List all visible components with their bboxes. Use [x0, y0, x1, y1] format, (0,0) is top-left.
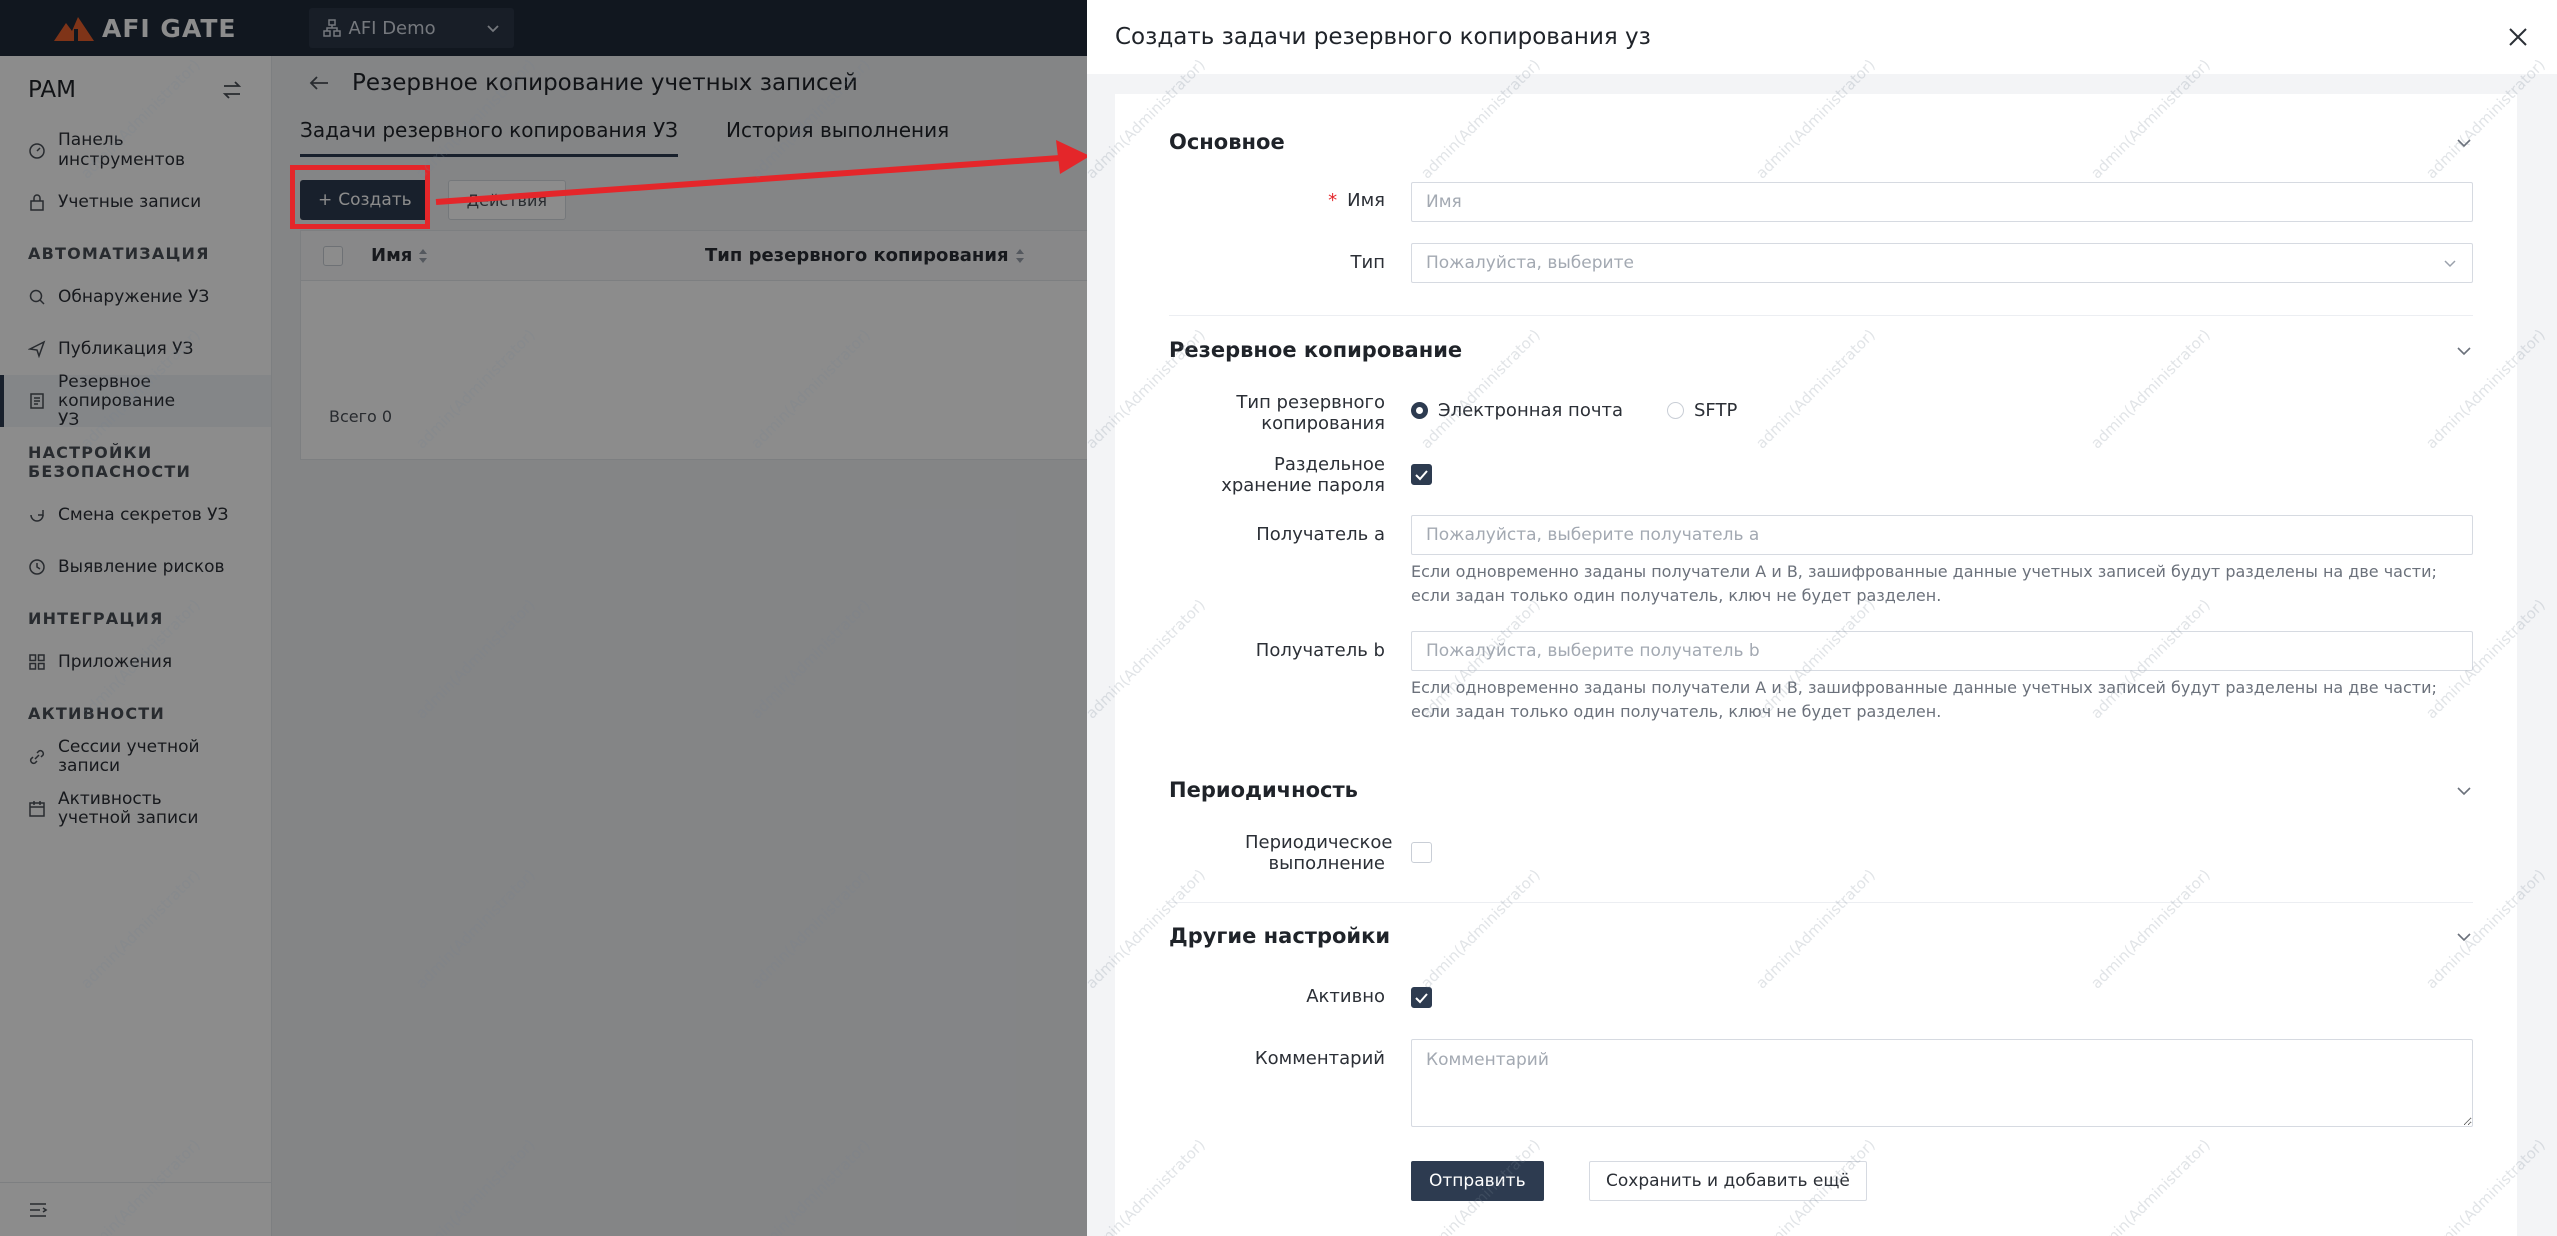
radio-dot — [1667, 402, 1684, 419]
name-label-text: Имя — [1347, 190, 1385, 211]
modal-overlay[interactable] — [0, 0, 1087, 1236]
form-card: Основное * Имя Тип Пожалуйста, выберите Р… — [1115, 94, 2517, 1236]
type-select-placeholder: Пожалуйста, выберите — [1426, 253, 1634, 273]
chevron-down-icon[interactable] — [2455, 342, 2473, 360]
chevron-down-icon — [2444, 260, 2456, 268]
type-select[interactable]: Пожалуйста, выберите — [1411, 243, 2473, 283]
submit-button[interactable]: Отправить — [1411, 1161, 1544, 1201]
recipient-b-select[interactable] — [1411, 631, 2473, 671]
section-other-title: Другие настройки — [1169, 924, 1391, 948]
type-label: Тип — [1350, 252, 1385, 273]
chevron-down-icon[interactable] — [2455, 928, 2473, 946]
recipient-b-help: Если одновременно заданы получатели А и … — [1411, 678, 2437, 721]
chevron-down-icon[interactable] — [2455, 782, 2473, 800]
save-and-add-more-button[interactable]: Сохранить и добавить ещё — [1589, 1161, 1867, 1201]
close-icon[interactable] — [2507, 26, 2529, 48]
section-backup-title: Резервное копирование — [1169, 338, 1463, 362]
name-input[interactable] — [1411, 182, 2473, 222]
radio-dot-selected — [1411, 402, 1428, 419]
annotation-highlight-box — [290, 165, 430, 229]
radio-email-label: Электронная почта — [1438, 400, 1623, 421]
backup-type-label: Тип резервного копирования — [1236, 392, 1385, 434]
active-label: Активно — [1306, 986, 1385, 1007]
recipient-a-select[interactable] — [1411, 515, 2473, 555]
section-periodic-title: Периодичность — [1169, 778, 1358, 802]
periodic-checkbox[interactable] — [1411, 842, 1432, 863]
radio-sftp-label: SFTP — [1694, 400, 1738, 421]
radio-email[interactable]: Электронная почта — [1411, 400, 1623, 421]
recipient-a-help: Если одновременно заданы получатели А и … — [1411, 562, 2437, 605]
checkmark-icon — [1415, 993, 1428, 1004]
drawer-title: Создать задачи резервного копирования уз — [1115, 24, 1651, 50]
checkmark-icon — [1415, 470, 1428, 481]
required-marker: * — [1328, 190, 1338, 211]
recipient-a-label: Получатель a — [1256, 524, 1385, 545]
section-divider — [1169, 315, 2473, 316]
chevron-down-icon[interactable] — [2455, 134, 2473, 152]
section-divider — [1169, 902, 2473, 903]
create-backup-task-drawer: Создать задачи резервного копирования уз… — [1087, 0, 2557, 1236]
split-password-checkbox[interactable] — [1411, 464, 1432, 485]
radio-sftp[interactable]: SFTP — [1667, 400, 1737, 421]
comment-textarea[interactable] — [1411, 1039, 2473, 1127]
drawer-header: Создать задачи резервного копирования уз — [1087, 0, 2557, 74]
comment-label: Комментарий — [1254, 1048, 1385, 1069]
backup-type-radio-group: Электронная почта SFTP — [1411, 400, 1737, 421]
active-checkbox[interactable] — [1411, 987, 1432, 1008]
name-label: * Имя — [1155, 190, 1385, 211]
split-password-label: Раздельное хранение пароля — [1221, 454, 1385, 496]
periodic-label: Периодическое выполнение — [1245, 832, 1393, 874]
section-basic-title: Основное — [1169, 130, 1285, 154]
recipient-b-label: Получатель b — [1255, 640, 1385, 661]
